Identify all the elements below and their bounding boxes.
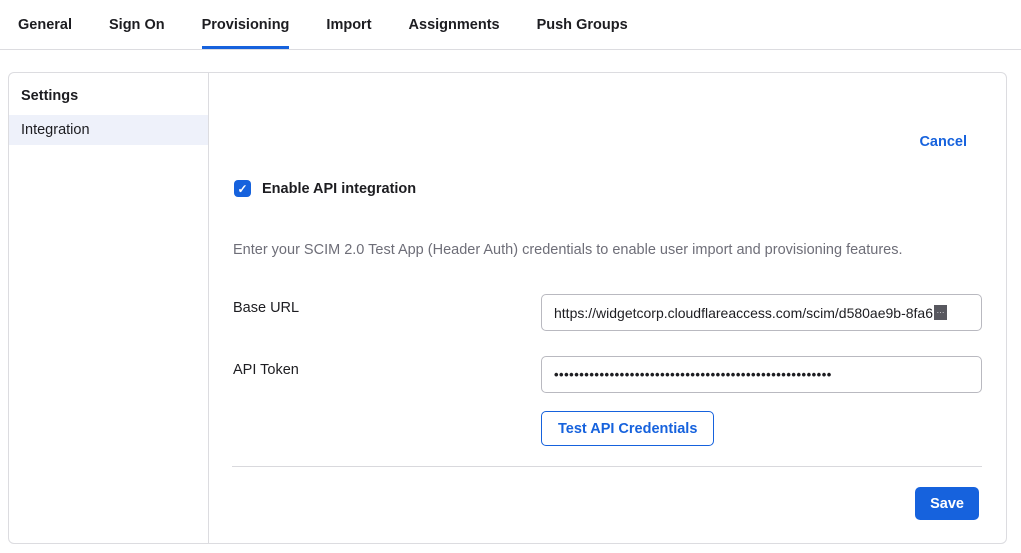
base-url-label: Base URL [233, 300, 299, 316]
api-token-input[interactable]: ••••••••••••••••••••••••••••••••••••••••… [541, 356, 982, 393]
sidebar-heading: Settings [9, 73, 208, 115]
provisioning-panel: Settings Integration Cancel ✓ Enable API… [8, 72, 1007, 544]
enable-api-integration-row: ✓ Enable API integration [234, 180, 416, 197]
enable-api-checkbox[interactable]: ✓ [234, 180, 251, 197]
tab-sign-on[interactable]: Sign On [109, 0, 165, 49]
base-url-value: https://widgetcorp.cloudflareaccess.com/… [554, 305, 933, 321]
provisioning-page: General Sign On Provisioning Import Assi… [0, 0, 1021, 553]
sidebar-item-integration[interactable]: Integration [9, 115, 208, 145]
credentials-description: Enter your SCIM 2.0 Test App (Header Aut… [233, 242, 953, 258]
api-token-label: API Token [233, 362, 299, 378]
test-api-credentials-button[interactable]: Test API Credentials [541, 411, 714, 446]
cancel-link[interactable]: Cancel [919, 134, 967, 150]
text-selection-artifact: ⋯ [934, 305, 947, 320]
footer-divider [232, 466, 982, 467]
tab-assignments[interactable]: Assignments [409, 0, 500, 49]
api-token-masked-value: ••••••••••••••••••••••••••••••••••••••••… [554, 367, 832, 382]
tab-provisioning[interactable]: Provisioning [202, 0, 290, 49]
integration-settings-form: Cancel ✓ Enable API integration Enter yo… [209, 73, 1006, 543]
save-button[interactable]: Save [915, 487, 979, 520]
app-tab-bar: General Sign On Provisioning Import Assi… [0, 0, 1021, 50]
settings-sidebar: Settings Integration [9, 73, 209, 543]
tab-import[interactable]: Import [326, 0, 371, 49]
tab-push-groups[interactable]: Push Groups [537, 0, 628, 49]
base-url-input[interactable]: https://widgetcorp.cloudflareaccess.com/… [541, 294, 982, 331]
enable-api-checkbox-label: Enable API integration [262, 181, 416, 197]
tab-general[interactable]: General [18, 0, 72, 49]
